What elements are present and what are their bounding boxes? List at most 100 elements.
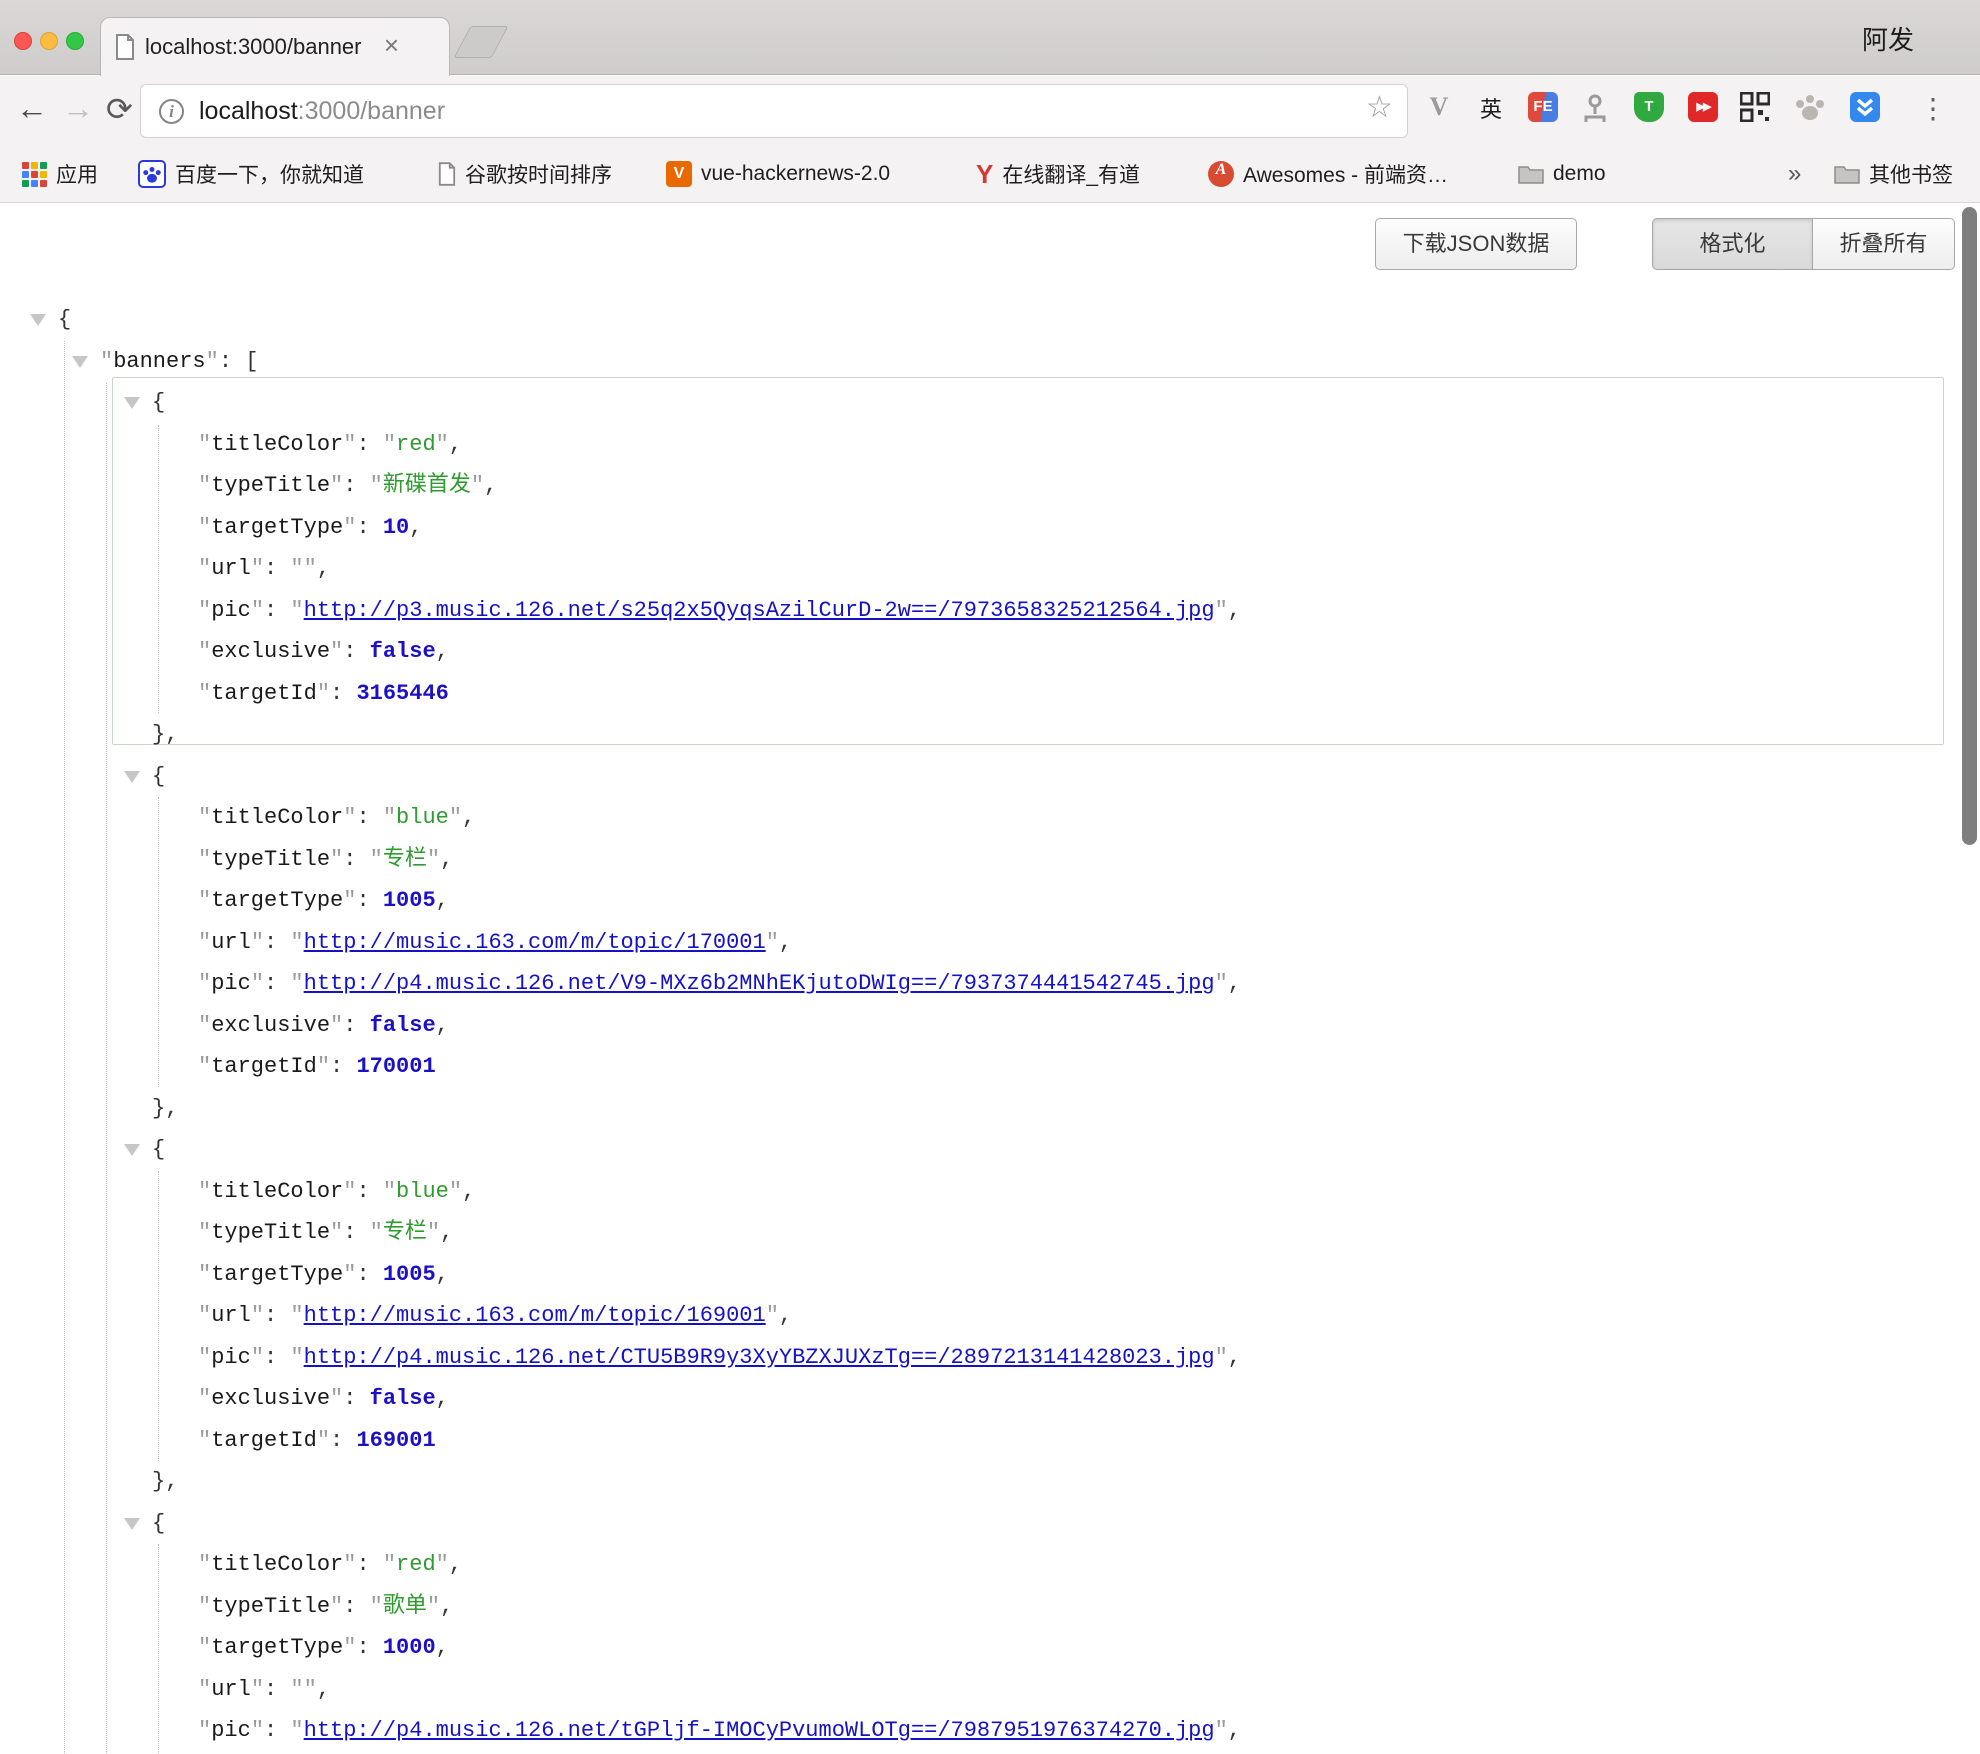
translate-extension-icon[interactable]: 英 [1474,92,1508,126]
json-key: targetId [211,1428,317,1453]
download-extension-icon[interactable] [1848,92,1882,126]
collapse-all-button[interactable]: 折叠所有 [1813,218,1955,270]
json-line: { [0,299,1980,341]
json-line: "typeTitle": "专栏", [0,839,1980,881]
page-content: 下载JSON数据 格式化 折叠所有 { "banners": [ { "titl… [0,204,1980,1754]
reload-button[interactable]: ⟳ [106,90,133,128]
collapse-triangle-icon[interactable] [124,1144,140,1156]
json-line: { [0,1503,1980,1545]
bookmark-star-icon[interactable]: ☆ [1366,90,1393,125]
bookmarks-bar: 应用 百度一下，你就知道 谷歌按时间排序 V vue-hackernews-2.… [0,146,1980,203]
json-key: titleColor [211,432,343,457]
json-key: targetType [211,1635,343,1660]
browser-toolbar: ← → ⟳ i localhost:3000/banner ☆ V 英 FE T… [0,76,1980,146]
json-key: typeTitle [211,1594,330,1619]
json-key: exclusive [211,1013,330,1038]
org-person-extension-icon[interactable] [1580,92,1614,126]
json-link[interactable]: http://p4.music.126.net/CTU5B9R9y3XyYBZX… [304,1345,1215,1370]
bookmark-folder-others[interactable]: 其他书签 [1834,158,1953,190]
json-key: targetType [211,1262,343,1287]
json-line: "targetId": 170001 [0,1046,1980,1088]
json-key: targetType [211,515,343,540]
json-link[interactable]: http://music.163.com/m/topic/170001 [304,930,766,955]
json-line: "pic": "http://p3.music.126.net/s25q2x5Q… [0,590,1980,632]
bookmark-folder-demo[interactable]: demo [1518,158,1606,190]
folder-icon [1834,164,1860,184]
video-extension-icon[interactable]: ▶▶ [1686,92,1720,126]
json-line: "titleColor": "blue", [0,797,1980,839]
json-key: targetId [211,1054,317,1079]
collapse-triangle-icon[interactable] [124,397,140,409]
youdao-icon: Y [976,159,993,190]
json-line: "targetType": 10, [0,507,1980,549]
json-string-value: 新碟首发 [383,473,471,498]
bookmark-baidu[interactable]: 百度一下，你就知道 [138,158,364,190]
json-line: { [0,756,1980,798]
close-window-button[interactable] [14,32,32,50]
json-key: url [211,1677,251,1702]
forward-button[interactable]: → [62,90,94,127]
json-key: url [211,930,251,955]
json-line: "typeTitle": "新碟首发", [0,465,1980,507]
json-key: exclusive [211,639,330,664]
collapse-triangle-icon[interactable] [124,1518,140,1530]
json-line: "typeTitle": "专栏", [0,1212,1980,1254]
json-line: "titleColor": "blue", [0,1171,1980,1213]
json-key: pic [211,1718,251,1743]
json-line: "targetId": 3165446 [0,673,1980,715]
page-icon [438,162,456,186]
profile-name[interactable]: 阿发 [1862,20,1914,57]
download-json-button[interactable]: 下载JSON数据 [1375,218,1577,270]
collapse-triangle-icon[interactable] [124,771,140,783]
page-favicon-icon [115,34,135,60]
json-line: "targetType": 1005, [0,880,1980,922]
json-string-value: red [396,1552,436,1577]
collapse-triangle-icon[interactable] [72,356,88,368]
json-link[interactable]: http://p3.music.126.net/s25q2x5QyqsAzilC… [304,598,1215,623]
format-button[interactable]: 格式化 [1652,218,1813,270]
new-tab-button[interactable] [453,26,508,58]
json-line: "pic": "http://p4.music.126.net/CTU5B9R9… [0,1337,1980,1379]
json-line: "targetId": 169001 [0,1420,1980,1462]
shield-extension-icon[interactable]: T [1632,92,1666,126]
awesomes-icon: A [1208,161,1234,187]
bookmark-google-sort[interactable]: 谷歌按时间排序 [438,158,612,190]
json-string-value: blue [396,805,449,830]
address-bar[interactable]: i localhost:3000/banner [140,84,1408,138]
vimium-extension-icon[interactable]: V [1422,92,1456,126]
site-info-icon[interactable]: i [159,99,184,124]
collapse-triangle-icon[interactable] [30,314,46,326]
json-key: url [211,556,251,581]
fe-extension-icon[interactable]: FE [1526,92,1560,126]
json-line: "pic": "http://p4.music.126.net/tGPljf-I… [0,1710,1980,1752]
browser-tab[interactable]: localhost:3000/banner × [100,17,450,76]
json-key: targetType [211,888,343,913]
json-line: "banners": [ [0,341,1980,383]
minimize-window-button[interactable] [40,32,58,50]
bookmark-apps[interactable]: 应用 [22,158,98,190]
json-link[interactable]: http://p4.music.126.net/tGPljf-IMOCyPvum… [304,1718,1215,1743]
json-line: "url": "http://music.163.com/m/topic/170… [0,922,1980,964]
zoom-window-button[interactable] [66,32,84,50]
json-boolean-value: false [370,639,436,664]
bookmarks-overflow-chevron[interactable]: » [1788,158,1801,190]
json-string-value: 专栏 [383,847,427,872]
tab-close-icon[interactable]: × [384,30,399,61]
qr-code-extension-icon[interactable] [1740,92,1774,126]
json-number-value: 170001 [356,1054,435,1079]
browser-menu-icon[interactable]: ⋮ [1916,92,1950,126]
back-button[interactable]: ← [16,90,48,127]
json-key: titleColor [211,1179,343,1204]
json-link[interactable]: http://p4.music.126.net/V9-MXz6b2MNhEKju… [304,971,1215,996]
baidu-paw-icon [138,160,166,188]
json-link[interactable]: http://music.163.com/m/topic/169001 [304,1303,766,1328]
json-key: pic [211,971,251,996]
url-text: localhost:3000/banner [199,97,445,126]
bookmark-youdao-translate[interactable]: Y 在线翻译_有道 [976,158,1140,190]
bookmark-awesomes[interactable]: A Awesomes - 前端资… [1208,158,1448,190]
json-line: }, [0,1088,1980,1130]
paw-extension-icon[interactable] [1794,92,1828,126]
json-line: }, [0,1461,1980,1503]
bookmark-vue-hackernews[interactable]: V vue-hackernews-2.0 [666,158,890,190]
json-number-value: 1000 [383,1635,436,1660]
